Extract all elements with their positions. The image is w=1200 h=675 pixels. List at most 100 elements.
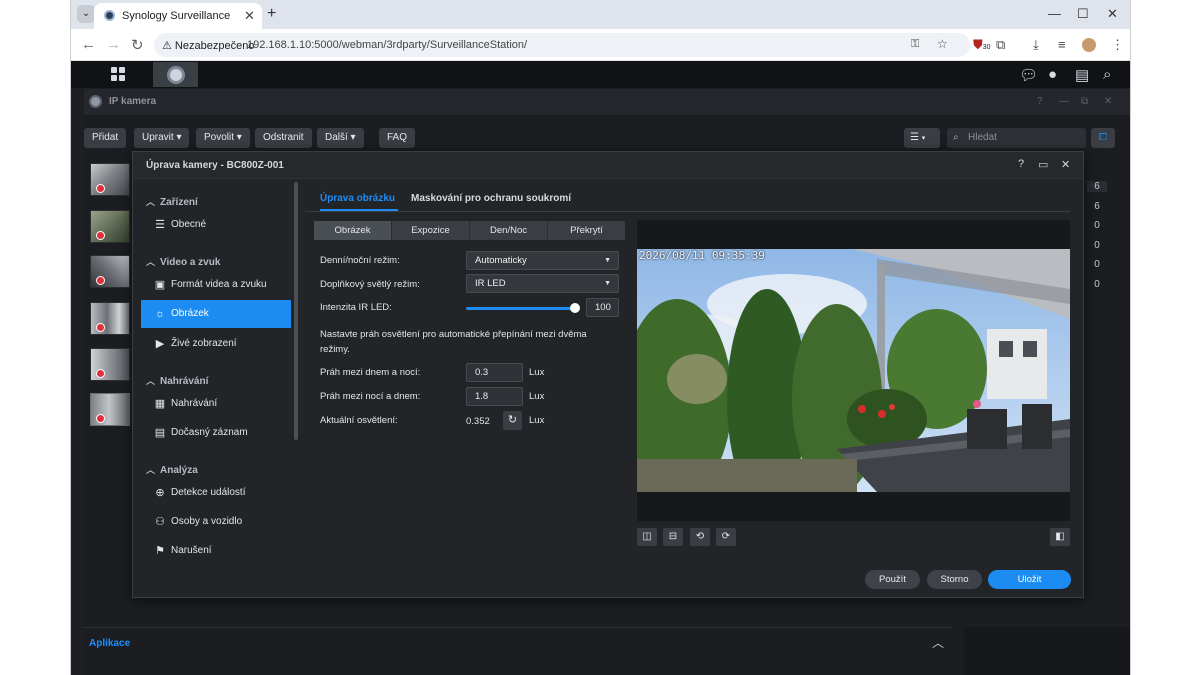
restore-icon[interactable]: ⧉ [1081, 96, 1088, 107]
tab-search-button[interactable]: ⌄ [77, 5, 95, 23]
subtab-image[interactable]: Obrázek [314, 221, 392, 240]
chevron-up-icon: ︿ [146, 465, 156, 475]
key-icon[interactable]: ⚿ [911, 38, 919, 51]
browser-tab[interactable]: Synology Surveillance Station - ✕ [94, 3, 262, 29]
section-header-analysis[interactable]: ︿ Analýza [146, 463, 198, 476]
media-control-icon[interactable]: ≡ [1058, 37, 1066, 52]
sidebar-item-video-format[interactable]: ▣ Formát videa a zvuku [141, 271, 291, 299]
sidebar-item-people-vehicle[interactable]: ⚇ Osoby a vozidlo [141, 508, 291, 536]
flip-vertical-icon[interactable]: ◫ [637, 528, 657, 546]
count-value: 0 [1094, 220, 1100, 231]
camera-thumbnail[interactable] [90, 393, 130, 426]
camera-thumbnail[interactable] [90, 255, 130, 288]
aux-light-mode-select[interactable]: IR LED ▼ [466, 274, 619, 293]
chevron-up-icon[interactable]: ︿ [932, 634, 944, 651]
new-tab-button[interactable]: + [267, 5, 276, 23]
user-icon[interactable]: ● [1048, 66, 1057, 83]
close-icon[interactable]: ✕ [1104, 96, 1112, 107]
chevron-up-icon: ︿ [146, 257, 156, 267]
help-icon[interactable]: ? [1037, 96, 1043, 107]
maximize-icon[interactable]: ▭ [1038, 158, 1048, 171]
download-icon[interactable]: ⤓ [1033, 37, 1039, 53]
ip-camera-icon [89, 95, 102, 108]
sidebar-item-temporary-recording[interactable]: ▤ Dočasný záznam [141, 419, 291, 447]
subtab-exposure[interactable]: Expozice [392, 221, 470, 240]
section-header-video-audio[interactable]: ︿ Video a zvuk [146, 255, 220, 268]
sun-icon: ☼ [154, 308, 166, 320]
url-field[interactable]: ⚠ Nezabezpečeno 192.168.1.10:5000/webman… [154, 33, 970, 57]
add-button[interactable]: Přidat [84, 128, 127, 148]
count-value: 6 [1094, 201, 1100, 212]
more-menu-icon[interactable]: ⋮ [1111, 37, 1124, 53]
save-button[interactable]: Uložit [988, 570, 1071, 589]
main-menu-icon[interactable] [111, 67, 125, 81]
sidebar-item-recording[interactable]: ▦ Nahrávání [141, 390, 291, 418]
list-icon: ☰ [155, 219, 165, 231]
camera-thumbnail[interactable] [90, 348, 130, 381]
chevron-down-icon: ▼ [604, 280, 611, 287]
forward-icon[interactable]: → [106, 36, 121, 53]
close-window-icon[interactable]: ✕ [1107, 6, 1118, 22]
bookmark-star-icon[interactable]: ☆ [937, 37, 948, 51]
surveillance-app-icon[interactable] [153, 62, 198, 87]
camera-thumbnail[interactable] [90, 210, 130, 243]
chat-icon[interactable]: 💬︎ [1019, 66, 1038, 84]
ir-intensity-slider-handle[interactable] [570, 303, 580, 313]
sidebar-item-intrusion[interactable]: ⚑ Narušení [141, 537, 291, 565]
sidebar-item-event-detection[interactable]: ⊕ Detekce událostí [141, 479, 291, 507]
profile-avatar[interactable] [1082, 38, 1096, 52]
tab-privacy-mask[interactable]: Maskování pro ochranu soukromí [411, 193, 571, 204]
extensions-puzzle-icon[interactable]: ⧉ [996, 37, 1005, 53]
day-night-mode-select[interactable]: Automaticky ▼ [466, 251, 619, 270]
sidebar-scrollbar[interactable] [294, 182, 298, 440]
current-illumination-label: Aktuální osvětlení: [320, 415, 398, 426]
camera-thumbnail[interactable] [90, 302, 130, 335]
search-icon[interactable]: ⌕ [1103, 66, 1111, 83]
minimize-icon[interactable]: — [1048, 6, 1061, 21]
reload-icon[interactable]: ↻ [131, 36, 144, 54]
more-button[interactable]: Další ▾ [317, 128, 364, 148]
insecure-indicator[interactable]: ⚠ Nezabezpečeno [162, 39, 254, 52]
help-icon[interactable]: ? [1018, 158, 1024, 170]
apply-button[interactable]: Použít [865, 570, 920, 589]
rotate-right-icon[interactable]: ⟳ [716, 528, 736, 546]
search-icon: ⌕ [953, 132, 959, 143]
night-to-day-input[interactable]: 1.8 [466, 387, 523, 406]
camera-thumbnail[interactable] [90, 163, 130, 196]
search-input[interactable]: ⌕ Hledat [947, 128, 1086, 148]
back-icon[interactable]: ← [81, 36, 96, 53]
maximize-icon[interactable]: ☐ [1077, 6, 1089, 22]
chevron-up-icon: ︿ [146, 197, 156, 207]
section-header-device[interactable]: ︿ Zařízení [146, 195, 198, 208]
view-toggle-button[interactable]: ☰ ▾ [904, 128, 940, 148]
current-illumination-value: 0.352 [466, 416, 490, 427]
compare-view-icon[interactable]: ◧ [1050, 528, 1070, 546]
sidebar-item-image[interactable]: ☼ Obrázek [141, 300, 291, 328]
ir-intensity-input[interactable]: 100 [586, 298, 619, 317]
tab-image-adjustment[interactable]: Úprava obrázku [320, 193, 395, 204]
day-to-night-label: Práh mezi dnem a nocí: [320, 367, 421, 378]
panel-toggle-icon[interactable]: ⧠ [1091, 128, 1115, 148]
sidebar-item-general[interactable]: ☰ Obecné [141, 211, 291, 239]
close-tab-icon[interactable]: ✕ [244, 8, 255, 24]
extension-icon[interactable]: ⛊30 [973, 37, 991, 53]
refresh-icon[interactable]: ↻ [503, 411, 522, 430]
close-icon[interactable]: ✕ [1061, 158, 1070, 171]
rotate-left-icon[interactable]: ⟲ [690, 528, 710, 546]
delete-button[interactable]: Odstranit [255, 128, 312, 148]
minimize-icon[interactable]: — [1059, 96, 1069, 107]
enable-button[interactable]: Povolit ▾ [196, 128, 250, 148]
subtab-overlay[interactable]: Překrytí [548, 221, 625, 240]
sidebar-item-live-view[interactable]: ▶ Živé zobrazení [141, 330, 291, 358]
cancel-button[interactable]: Storno [927, 570, 982, 589]
flip-horizontal-icon[interactable]: ⊟ [663, 528, 683, 546]
day-to-night-input[interactable]: 0.3 [466, 363, 523, 382]
subtab-day-night[interactable]: Den/Noc [470, 221, 548, 240]
ir-intensity-slider[interactable] [466, 307, 576, 310]
applications-label[interactable]: Aplikace [89, 638, 130, 649]
section-header-recording[interactable]: ︿ Nahrávání [146, 374, 208, 387]
faq-button[interactable]: FAQ [379, 128, 416, 148]
widgets-icon[interactable]: ▤ [1075, 66, 1089, 84]
url-text: 192.168.1.10:5000/webman/3rdparty/Survei… [247, 39, 528, 51]
edit-button[interactable]: Upravit ▾ [134, 128, 190, 148]
